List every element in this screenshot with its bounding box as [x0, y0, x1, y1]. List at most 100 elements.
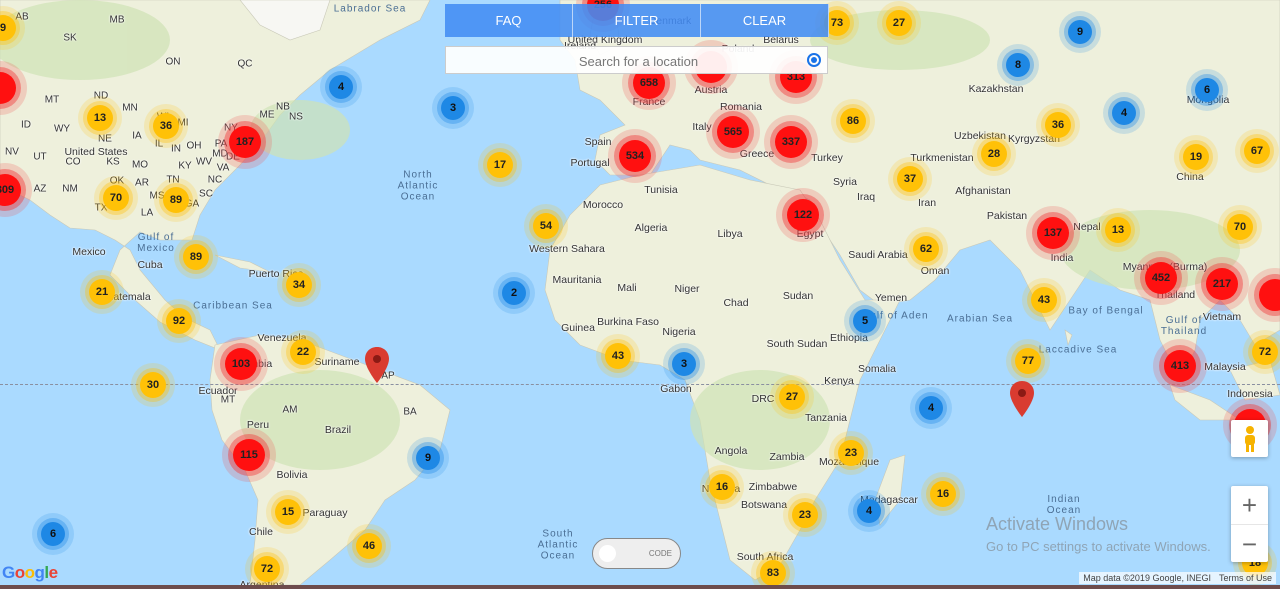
cluster-marker-yellow[interactable]: 16	[930, 481, 956, 507]
cluster-marker-yellow[interactable]: 36	[153, 113, 179, 139]
cluster-marker-blue[interactable]: 5	[853, 309, 877, 333]
cluster-marker-yellow[interactable]: 36	[1045, 112, 1071, 138]
cluster-marker-yellow[interactable]: 34	[286, 272, 312, 298]
cluster-marker-yellow[interactable]: 77	[1015, 348, 1041, 374]
cluster-marker-yellow[interactable]: 89	[183, 244, 209, 270]
cluster-marker-yellow[interactable]: 89	[163, 187, 189, 213]
cluster-marker-red[interactable]: 187	[229, 126, 261, 158]
cluster-marker-blue[interactable]: 4	[857, 499, 881, 523]
country-label: Austria	[694, 84, 728, 96]
cluster-marker-blue[interactable]: 6	[41, 522, 65, 546]
my-location-icon[interactable]	[807, 53, 821, 67]
cluster-marker-blue[interactable]: 3	[672, 352, 696, 376]
cluster-marker-yellow[interactable]: 43	[1031, 287, 1057, 313]
cluster-marker-yellow[interactable]: 43	[605, 343, 631, 369]
country-label: Chile	[249, 526, 273, 538]
state-label: LA	[140, 207, 154, 219]
street-view-pegman[interactable]	[1231, 420, 1268, 457]
cluster-marker-yellow[interactable]: 86	[840, 108, 866, 134]
cluster-marker-yellow[interactable]: 16	[709, 474, 735, 500]
search-input[interactable]	[446, 47, 831, 75]
cluster-marker-yellow[interactable]: 13	[1105, 217, 1131, 243]
country-label: Angola	[714, 445, 748, 457]
state-label: NS	[289, 111, 303, 123]
cluster-marker-red[interactable]: 115	[233, 439, 265, 471]
cluster-marker-yellow[interactable]: 37	[897, 166, 923, 192]
zoom-in-button[interactable]: +	[1231, 486, 1268, 525]
cluster-marker-yellow[interactable]: 27	[779, 384, 805, 410]
zoom-out-button[interactable]: −	[1231, 525, 1268, 563]
cluster-marker-yellow[interactable]: 54	[533, 213, 559, 239]
cluster-marker-yellow[interactable]: 62	[913, 236, 939, 262]
cluster-marker-blue[interactable]: 4	[329, 75, 353, 99]
ocean-label: Gulf of Thailand	[1160, 315, 1208, 337]
cluster-marker-red[interactable]: 534	[619, 140, 651, 172]
cluster-marker-red[interactable]: 217	[1206, 268, 1238, 300]
map-pin-marker[interactable]	[365, 347, 389, 388]
cluster-marker-blue[interactable]: 9	[1068, 20, 1092, 44]
filter-button[interactable]: FILTER	[573, 4, 701, 37]
cluster-marker-yellow[interactable]: 22	[290, 339, 316, 365]
cluster-marker-yellow[interactable]: 27	[886, 10, 912, 36]
cluster-marker-yellow[interactable]: 72	[1252, 339, 1278, 365]
cluster-marker-yellow[interactable]: 28	[981, 141, 1007, 167]
cluster-marker-red[interactable]: 137	[1037, 217, 1069, 249]
map-pin-marker[interactable]	[1010, 381, 1034, 422]
cluster-marker-red[interactable]: 452	[1145, 262, 1177, 294]
cluster-marker-yellow[interactable]: 13	[87, 105, 113, 131]
country-label: Saudi Arabia	[848, 249, 908, 261]
country-label: Burkina Faso	[597, 316, 659, 328]
terms-link[interactable]: Terms of Use	[1219, 573, 1272, 583]
state-label: NE	[98, 133, 112, 145]
cluster-marker-blue[interactable]: 8	[1006, 53, 1030, 77]
cluster-marker-red[interactable]: 122	[787, 199, 819, 231]
cluster-marker-blue[interactable]: 4	[919, 396, 943, 420]
cluster-marker-blue[interactable]: 3	[441, 96, 465, 120]
cluster-marker-yellow[interactable]: 23	[792, 502, 818, 528]
state-label: ON	[165, 56, 181, 68]
state-label: SC	[199, 188, 213, 200]
cluster-marker-blue[interactable]: 6	[1195, 78, 1219, 102]
country-label: Iraq	[856, 191, 876, 203]
cluster-marker-red[interactable]: 103	[225, 348, 257, 380]
cluster-marker-blue[interactable]: 2	[502, 281, 526, 305]
cluster-marker-yellow[interactable]: 70	[1227, 214, 1253, 240]
state-label: NV	[5, 146, 19, 158]
state-label: KY	[178, 160, 192, 172]
country-label: Paraguay	[302, 507, 348, 519]
cluster-marker-blue[interactable]: 9	[416, 446, 440, 470]
clear-button[interactable]: CLEAR	[701, 4, 829, 37]
state-label: NB	[276, 101, 290, 113]
state-label: ME	[259, 109, 275, 121]
state-label: OH	[186, 140, 202, 152]
country-label: Niger	[674, 283, 700, 295]
cluster-marker-yellow[interactable]: 23	[838, 440, 864, 466]
toggle-label: CODE	[648, 549, 672, 558]
cluster-marker-yellow[interactable]: 83	[760, 560, 786, 585]
country-label: Malaysia	[1204, 361, 1246, 373]
world-map[interactable]: North Atlantic Ocean South Atlantic Ocean…	[0, 0, 1280, 585]
cluster-marker-yellow[interactable]: 19	[1183, 144, 1209, 170]
zoom-controls: + −	[1231, 486, 1268, 562]
ocean-label: Indian Ocean	[1046, 494, 1082, 516]
country-label: Turkmenistan	[910, 152, 974, 164]
faq-button[interactable]: FAQ	[445, 4, 573, 37]
cluster-marker-yellow[interactable]: 30	[140, 372, 166, 398]
cluster-marker-yellow[interactable]: 92	[166, 308, 192, 334]
cluster-marker-yellow[interactable]: 67	[1244, 138, 1270, 164]
cluster-marker-red[interactable]: 413	[1164, 350, 1196, 382]
cluster-marker-blue[interactable]: 4	[1112, 101, 1136, 125]
cluster-marker-red[interactable]: 565	[717, 116, 749, 148]
country-label: Spain	[584, 136, 612, 148]
cluster-marker-yellow[interactable]: 17	[487, 152, 513, 178]
cluster-marker-yellow[interactable]: 15	[275, 499, 301, 525]
cluster-marker-yellow[interactable]: 46	[356, 533, 382, 559]
country-label: Tunisia	[644, 184, 678, 196]
country-label: Gabon	[660, 383, 692, 395]
code-toggle[interactable]: CODE	[592, 538, 681, 569]
cluster-marker-yellow[interactable]: 72	[254, 556, 280, 582]
cluster-marker-yellow[interactable]: 70	[103, 185, 129, 211]
cluster-marker-red[interactable]: 337	[775, 126, 807, 158]
cluster-marker-yellow[interactable]: 21	[89, 279, 115, 305]
state-label: NC	[207, 174, 223, 186]
